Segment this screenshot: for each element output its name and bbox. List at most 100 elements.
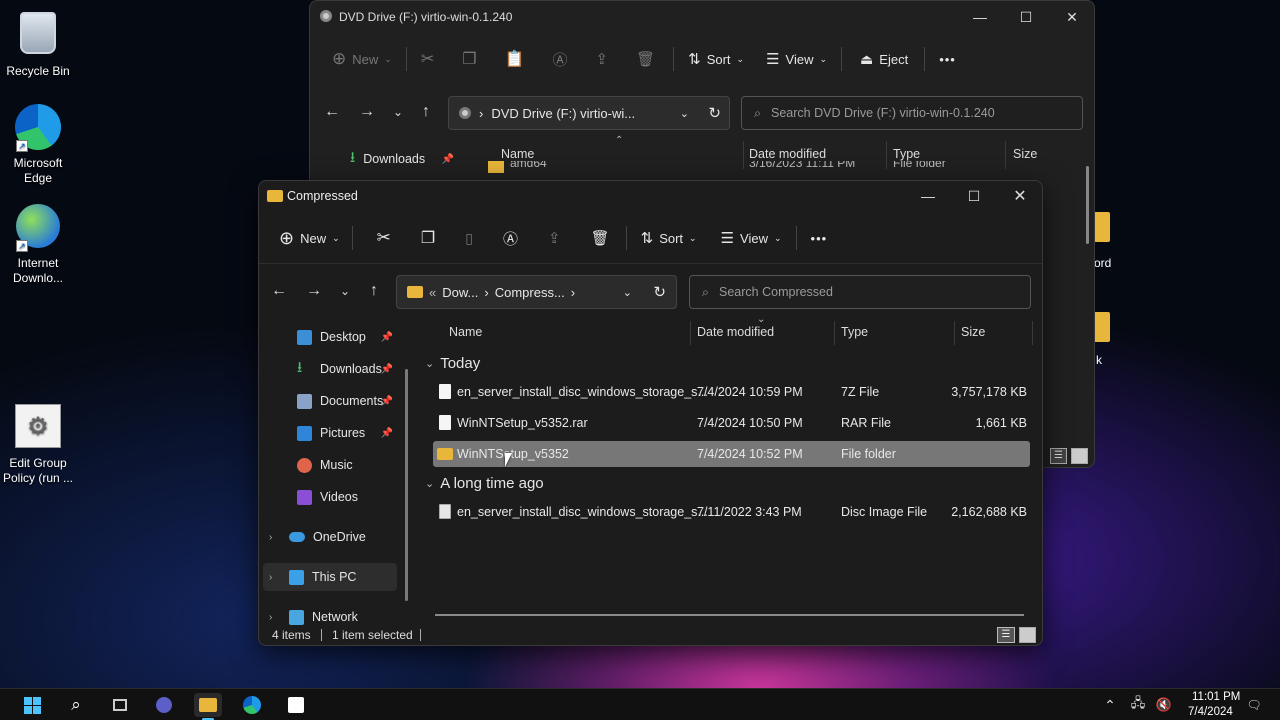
share-button[interactable]: ⇪: [540, 222, 569, 254]
sidebar-item-onedrive[interactable]: › OneDrive: [259, 523, 397, 551]
column-date-header[interactable]: Date modified: [697, 325, 774, 339]
file-row-selected[interactable]: WinNTSetup_v5352 7/4/2024 10:52 PM File …: [433, 441, 1030, 467]
share-button[interactable]: ⇪: [588, 43, 617, 75]
desktop-icon-recycle-bin[interactable]: Recycle Bin: [0, 8, 76, 79]
column-type-header[interactable]: Type: [841, 325, 868, 339]
cut-button[interactable]: ✂: [369, 222, 399, 254]
forward-button[interactable]: →: [302, 279, 326, 303]
sort-button[interactable]: ⇅ Sort ⌄: [680, 43, 752, 75]
refresh-icon[interactable]: ↻: [708, 104, 721, 122]
sidebar-item-documents[interactable]: Documents 📌: [259, 387, 397, 415]
clock-time[interactable]: 11:01 PM: [1192, 691, 1240, 703]
desktop-icon-group-policy[interactable]: ⚙ Edit Group Policy (run ...: [0, 404, 76, 486]
see-more-button[interactable]: •••: [931, 43, 964, 75]
rename-button[interactable]: Ⓐ: [544, 43, 575, 75]
horizontal-scrollbar[interactable]: [435, 614, 1024, 616]
copy-button[interactable]: ❐: [454, 43, 484, 75]
sidebar-item-this-pc[interactable]: › This PC: [263, 563, 397, 591]
back-button[interactable]: ←: [320, 100, 344, 124]
network-button[interactable]: 🖧: [1124, 693, 1152, 717]
expand-chevron-icon[interactable]: ›: [269, 572, 272, 583]
details-view-toggle[interactable]: ☰: [997, 627, 1015, 643]
task-view-button[interactable]: [106, 693, 134, 717]
file-row[interactable]: en_server_install_disc_windows_storage_s…: [433, 499, 1030, 525]
sidebar-item-downloads[interactable]: ⭳ Downloads 📌: [259, 355, 397, 383]
file-explorer-button[interactable]: [194, 693, 222, 717]
file-row[interactable]: en_server_install_disc_windows_storage_s…: [433, 379, 1030, 405]
column-name-header[interactable]: Name: [501, 147, 534, 161]
cut-button[interactable]: ✂: [413, 43, 442, 75]
expand-chevron-icon[interactable]: ›: [269, 612, 272, 623]
minimize-button[interactable]: —: [905, 181, 951, 212]
group-header-long-time-ago[interactable]: ⌄ A long time ago: [425, 475, 544, 492]
group-header-today[interactable]: ⌄ Today: [425, 355, 480, 372]
delete-button[interactable]: 🗑: [628, 43, 663, 75]
file-row[interactable]: WinNTSetup_v5352.rar 7/4/2024 10:50 PM R…: [433, 410, 1030, 436]
partial-folder-icon[interactable]: [1094, 312, 1110, 342]
close-button[interactable]: ✕: [997, 181, 1042, 212]
up-button[interactable]: ↑: [362, 279, 386, 303]
tiles-view-toggle[interactable]: [1071, 448, 1088, 464]
view-button[interactable]: ☰ View ⌄: [713, 222, 790, 254]
address-bar[interactable]: › DVD Drive (F:) virtio-wi... ⌄ ↻: [448, 96, 730, 130]
delete-button[interactable]: 🗑: [583, 222, 618, 254]
sidebar-item-downloads[interactable]: ⭳ Downloads 📌: [310, 145, 454, 173]
sidebar-item-desktop[interactable]: Desktop 📌: [259, 323, 397, 351]
notification-button[interactable]: 🗨: [1240, 693, 1268, 717]
breadcrumb-downloads[interactable]: Dow...: [442, 285, 478, 300]
column-type-header[interactable]: Type: [893, 147, 920, 161]
start-button[interactable]: [18, 693, 46, 717]
refresh-icon[interactable]: ↻: [653, 283, 666, 301]
rename-button[interactable]: Ⓐ: [495, 222, 526, 254]
column-size-header[interactable]: Size: [1013, 147, 1037, 161]
new-button[interactable]: ⊕ New ⌄: [324, 43, 400, 75]
sidebar-scrollbar[interactable]: [405, 369, 408, 601]
explorer-window-compressed[interactable]: Compressed — ☐ ✕ ⊕ New ⌄ ✂ ❐ ▯ Ⓐ ⇪ 🗑 ⇅ Sort…: [258, 180, 1043, 646]
expand-chevron-icon[interactable]: ›: [269, 532, 272, 543]
new-button[interactable]: ⊕ New ⌄: [271, 222, 348, 254]
view-button[interactable]: ☰ View ⌄: [758, 43, 835, 75]
tiles-view-toggle[interactable]: [1019, 627, 1036, 643]
desktop-icon-edge[interactable]: ↗ Microsoft Edge: [0, 104, 76, 186]
recent-locations-button[interactable]: ⌄: [386, 100, 410, 124]
sidebar-item-pictures[interactable]: Pictures 📌: [259, 419, 397, 447]
chevron-down-icon[interactable]: ⌄: [680, 107, 689, 120]
search-button[interactable]: ⌕: [62, 693, 90, 717]
see-more-button[interactable]: •••: [803, 222, 836, 254]
column-date-header[interactable]: Date modified: [749, 147, 826, 161]
minimize-button[interactable]: —: [957, 1, 1003, 33]
recent-locations-button[interactable]: ⌄: [333, 279, 357, 303]
sidebar-item-music[interactable]: Music: [259, 451, 397, 479]
details-view-toggle[interactable]: ☰: [1050, 448, 1067, 464]
breadcrumb-compressed[interactable]: Compress...: [495, 285, 565, 300]
show-hidden-icons-button[interactable]: ⌃: [1096, 693, 1124, 717]
list-item[interactable]: amd64 3/16/2023 11:11 PM File folder: [488, 161, 988, 173]
eject-button[interactable]: ⏏ Eject: [852, 43, 916, 75]
breadcrumb-overflow[interactable]: «: [429, 285, 436, 300]
maximize-button[interactable]: ☐: [1003, 1, 1049, 33]
edge-button[interactable]: [238, 693, 266, 717]
paste-button[interactable]: 📋: [497, 43, 533, 75]
paste-button[interactable]: ▯: [457, 222, 481, 254]
column-name-header[interactable]: Name: [449, 325, 482, 339]
chat-button[interactable]: [150, 693, 178, 717]
sort-button[interactable]: ⇅ Sort ⌄: [633, 222, 705, 254]
search-input[interactable]: ⌕ Search DVD Drive (F:) virtio-win-0.1.2…: [741, 96, 1083, 130]
close-button[interactable]: ✕: [1049, 1, 1094, 33]
vertical-scrollbar[interactable]: [1086, 166, 1089, 244]
clock-date[interactable]: 7/4/2024: [1188, 706, 1233, 718]
address-bar[interactable]: « Dow... › Compress... › ⌄ ↻: [396, 275, 677, 309]
search-input[interactable]: ⌕ Search Compressed: [689, 275, 1031, 309]
maximize-button[interactable]: ☐: [951, 181, 997, 212]
sidebar-item-network[interactable]: › Network: [259, 603, 397, 631]
forward-button[interactable]: →: [355, 100, 379, 124]
breadcrumb-chevron-icon[interactable]: ›: [571, 285, 575, 300]
up-button[interactable]: ↑: [414, 100, 438, 124]
sidebar-item-videos[interactable]: Videos: [259, 483, 397, 511]
desktop-icon-idm[interactable]: ↗ Internet Downlo...: [0, 204, 76, 286]
column-size-header[interactable]: Size: [961, 325, 985, 339]
volume-button[interactable]: 🔇: [1150, 693, 1178, 717]
partial-folder-icon[interactable]: [1094, 212, 1110, 242]
copy-button[interactable]: ❐: [413, 222, 443, 254]
chevron-down-icon[interactable]: ⌄: [623, 286, 632, 299]
